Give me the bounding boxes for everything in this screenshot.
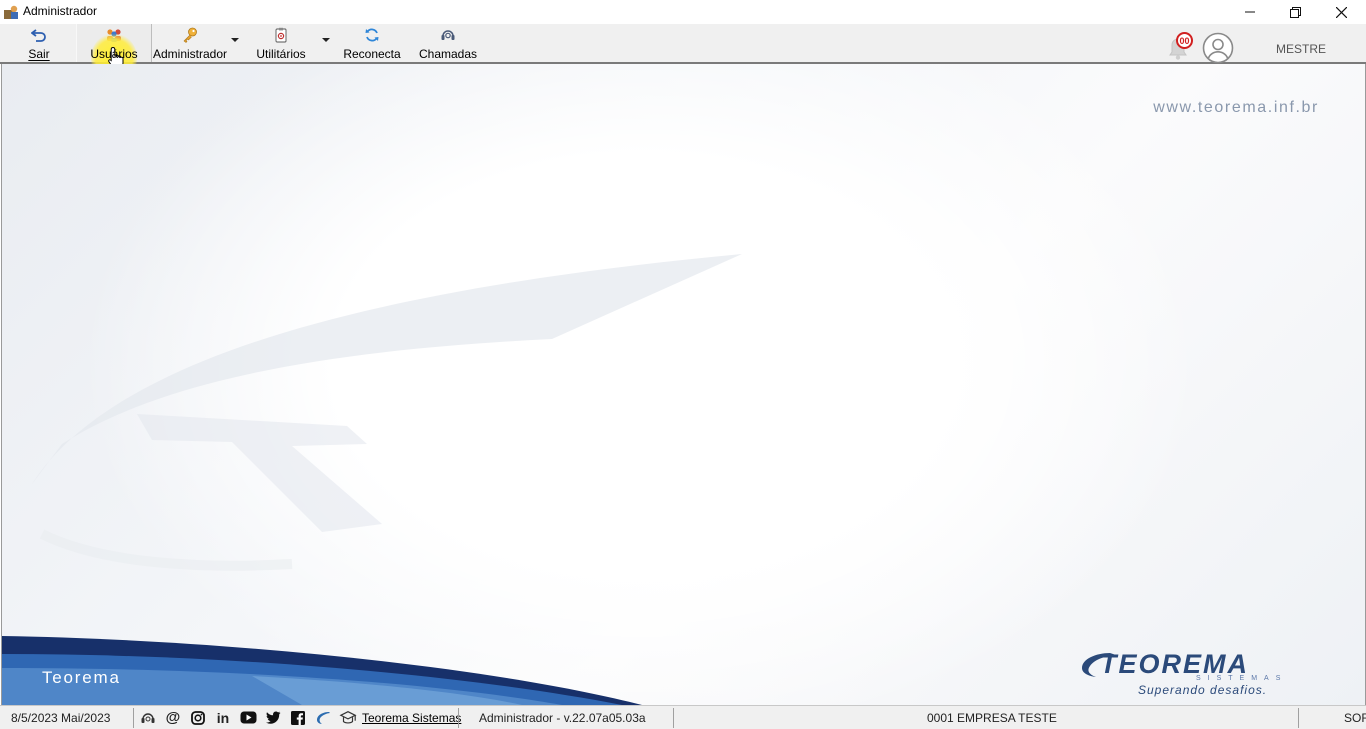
brand-text: Teorema — [42, 668, 121, 687]
status-separator — [133, 708, 134, 728]
main-canvas: www.teorema.inf.br Teorema TEOREMA SISTE… — [1, 64, 1366, 705]
utilities-icon — [273, 26, 289, 44]
chamadas-button[interactable]: Chamadas — [418, 24, 478, 62]
app-icon — [4, 5, 18, 19]
website-url: www.teorema.inf.br — [1153, 99, 1319, 116]
teorema-swoosh-icon[interactable] — [314, 709, 332, 727]
status-trailing: SOF — [1344, 710, 1366, 725]
utilitarios-label: Utilitários — [256, 47, 306, 61]
notification-count-badge: 00 — [1176, 32, 1193, 49]
social-icons: @ in Teorema Sistemas — [139, 706, 461, 729]
support-icon[interactable] — [139, 709, 157, 727]
sair-label: Sair — [28, 47, 50, 61]
administrador-dropdown-arrow[interactable] — [231, 38, 239, 42]
status-version: Administrador - v.22.07a05.03a — [479, 710, 646, 725]
reconnect-icon — [364, 26, 380, 44]
window-title: Administrador — [23, 4, 98, 18]
linkedin-icon[interactable]: in — [214, 709, 232, 727]
utilitarios-dropdown-arrow[interactable] — [322, 38, 330, 42]
status-bar: 8/5/2023 Mai/2023 @ in Teorema Sistemas … — [0, 705, 1366, 729]
status-date: 8/5/2023 Mai/2023 — [11, 710, 111, 725]
status-company: 0001 EMPRESA TESTE — [927, 710, 1057, 725]
twitter-icon[interactable] — [264, 709, 282, 727]
status-separator — [458, 708, 459, 728]
usuarios-label: Usuários — [90, 47, 138, 61]
minimize-button[interactable] — [1227, 0, 1273, 24]
administrador-label: Administrador — [152, 47, 228, 61]
chamadas-label: Chamadas — [418, 47, 478, 61]
title-bar: Administrador — [0, 0, 1366, 24]
company-link[interactable]: Teorema Sistemas — [362, 711, 461, 725]
email-at-icon[interactable]: @ — [164, 709, 182, 727]
facebook-icon[interactable] — [289, 709, 307, 727]
utilitarios-button[interactable]: Utilitários — [256, 24, 306, 62]
minimize-icon — [1245, 11, 1255, 13]
support-call-icon — [440, 26, 456, 44]
exit-arrow-icon — [31, 26, 47, 44]
logo-sub: SISTEMAS — [1196, 675, 1288, 682]
status-separator — [1298, 708, 1299, 728]
user-avatar-icon[interactable] — [1202, 32, 1234, 64]
close-button[interactable] — [1318, 0, 1364, 24]
status-separator — [673, 708, 674, 728]
key-icon — [182, 26, 198, 44]
logo-slogan: Superando desafios. — [1138, 683, 1268, 697]
sair-button[interactable]: Sair — [22, 24, 56, 62]
reconecta-button[interactable]: Reconecta — [343, 24, 401, 62]
administrador-button[interactable]: Administrador — [152, 24, 228, 62]
restore-icon — [1289, 6, 1301, 18]
reconecta-label: Reconecta — [343, 47, 401, 61]
close-icon — [1335, 6, 1347, 18]
background-watermark — [2, 254, 742, 705]
youtube-icon[interactable] — [239, 709, 257, 727]
teorema-logo: TEOREMA SISTEMAS Superando desafios. — [1078, 649, 1338, 701]
instagram-icon[interactable] — [189, 709, 207, 727]
toolbar: Sair Usuários Administrador Utilitários … — [0, 24, 1366, 64]
teorema-sistemas-icon — [339, 709, 357, 727]
user-name: MESTRE — [1276, 42, 1327, 56]
restore-button[interactable] — [1272, 0, 1318, 24]
